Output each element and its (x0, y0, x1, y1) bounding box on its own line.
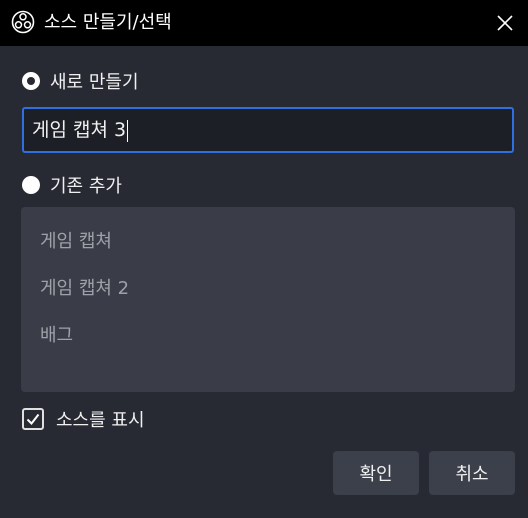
create-new-label: 새로 만들기 (50, 72, 139, 93)
list-item[interactable]: 게임 캡쳐 (40, 227, 112, 253)
text-caret (127, 119, 129, 142)
create-new-option[interactable]: 새로 만들기 (22, 68, 139, 94)
show-source-option[interactable]: 소스를 표시 (22, 406, 145, 432)
obs-logo-icon (11, 10, 35, 34)
close-button[interactable] (482, 0, 528, 46)
add-existing-option[interactable]: 기존 추가 (22, 172, 122, 198)
cancel-button[interactable]: 취소 (429, 451, 515, 495)
close-icon (497, 15, 513, 31)
ok-button[interactable]: 확인 (333, 451, 419, 495)
title-bar: 소스 만들기/선택 (0, 0, 528, 46)
show-source-checkbox[interactable] (22, 408, 44, 430)
list-item[interactable]: 배그 (40, 321, 73, 347)
list-item[interactable]: 게임 캡쳐 2 (40, 274, 129, 300)
source-name-value: 게임 캡쳐 3 (32, 119, 127, 141)
checkmark-icon (26, 413, 40, 426)
show-source-label: 소스를 표시 (56, 410, 145, 431)
source-name-input[interactable]: 게임 캡쳐 3 (22, 107, 514, 153)
existing-sources-list[interactable]: 게임 캡쳐 게임 캡쳐 2 배그 (21, 207, 515, 392)
window-title: 소스 만들기/선택 (44, 12, 172, 33)
add-existing-radio[interactable] (22, 176, 40, 194)
add-existing-label: 기존 추가 (50, 176, 122, 197)
create-new-radio[interactable] (22, 72, 40, 90)
